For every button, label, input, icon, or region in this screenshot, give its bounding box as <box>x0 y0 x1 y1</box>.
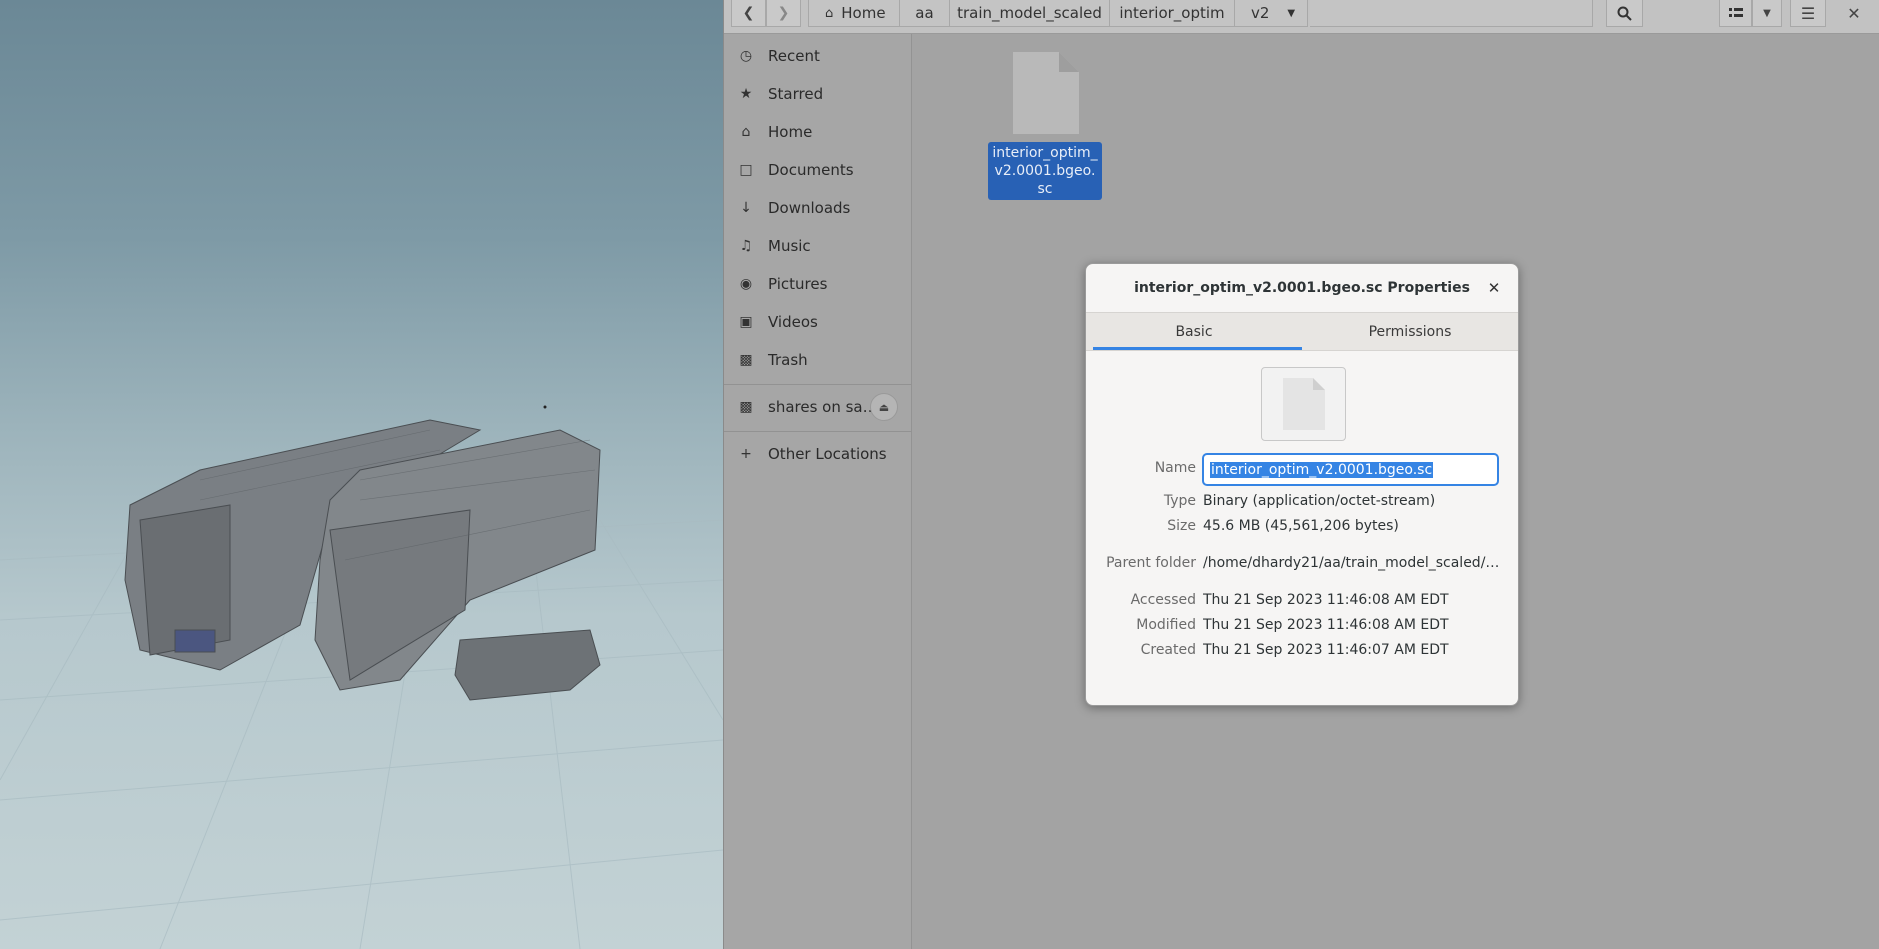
sidebar-divider <box>724 431 912 432</box>
sidebar-item-label: Pictures <box>768 275 828 293</box>
sidebar-item-videos[interactable]: ▣ Videos <box>724 303 912 341</box>
type-value: Binary (application/octet-stream) <box>1203 493 1436 509</box>
back-button[interactable]: ❮ <box>731 0 766 27</box>
chevron-down-icon: ▼ <box>1287 7 1296 19</box>
dialog-title: interior_optim_v2.0001.bgeo.sc Propertie… <box>1134 280 1470 296</box>
3d-viewport[interactable] <box>0 0 723 949</box>
sidebar-item-home[interactable]: ⌂ Home <box>724 113 912 151</box>
sidebar-item-downloads[interactable]: ↓ Downloads <box>724 189 912 227</box>
pathbar-filler <box>1310 0 1593 27</box>
close-icon: ✕ <box>1487 279 1501 297</box>
sidebar-item-label: Music <box>768 237 811 255</box>
crumb-aa-label: aa <box>915 4 934 22</box>
properties-dialog: interior_optim_v2.0001.bgeo.sc Propertie… <box>1085 263 1519 706</box>
chevron-left-icon: ❮ <box>742 5 755 21</box>
sidebar-item-label: Home <box>768 123 813 141</box>
view-options-button[interactable]: ▼ <box>1752 0 1782 27</box>
search-button[interactable] <box>1606 0 1643 27</box>
crumb-interior-optim-label: interior_optim <box>1119 4 1225 22</box>
sidebar-item-music[interactable]: ♫ Music <box>724 227 912 265</box>
parent-folder-value[interactable]: /home/dhardy21/aa/train_model_scaled/int… <box>1203 555 1503 571</box>
parent-folder-label: Parent folder <box>1106 555 1196 571</box>
created-value: Thu 21 Sep 2023 11:46:07 AM EDT <box>1203 642 1449 658</box>
close-icon: ✕ <box>1847 4 1861 23</box>
sidebar-item-label: Trash <box>768 351 808 369</box>
crumb-train-model-scaled-label: train_model_scaled <box>957 4 1102 22</box>
crumb-interior-optim[interactable]: interior_optim <box>1110 0 1235 27</box>
document-icon: □ <box>739 162 753 178</box>
file-name-label[interactable]: interior_optim_ v2.0001.bgeo.sc <box>988 142 1102 200</box>
crumb-v2[interactable]: v2 ▼ <box>1235 0 1308 27</box>
plus-icon: + <box>740 446 752 462</box>
created-label: Created <box>1140 642 1196 658</box>
sidebar-item-label: Recent <box>768 47 820 65</box>
name-field[interactable]: interior_optim_v2.0001.bgeo.sc <box>1202 453 1499 486</box>
name-field-value[interactable]: interior_optim_v2.0001.bgeo.sc <box>1210 461 1434 478</box>
camera-icon: ◉ <box>739 276 753 292</box>
download-icon: ↓ <box>740 200 752 216</box>
viewport-scene <box>0 405 723 949</box>
crumb-train-model-scaled[interactable]: train_model_scaled <box>950 0 1110 27</box>
crumb-home-label: Home <box>841 4 886 22</box>
main-menu-button[interactable]: ☰ <box>1790 0 1826 27</box>
sidebar-item-trash[interactable]: ▩ Trash <box>724 341 912 379</box>
hamburger-menu-icon: ☰ <box>1800 3 1816 23</box>
tab-permissions[interactable]: Permissions <box>1302 313 1518 350</box>
clock-icon: ◷ <box>739 48 753 64</box>
name-label: Name <box>1154 460 1196 476</box>
eject-icon: ⏏ <box>878 400 890 414</box>
dialog-tabs: Basic Permissions <box>1086 312 1518 351</box>
view-list-button[interactable] <box>1719 0 1752 27</box>
search-icon <box>1617 6 1632 21</box>
tab-permissions-label: Permissions <box>1368 323 1452 340</box>
train-model <box>124 419 601 701</box>
chevron-down-icon: ▼ <box>1763 7 1771 19</box>
sidebar-item-other-locations[interactable]: + Other Locations <box>724 435 912 473</box>
file-icon <box>1009 50 1081 136</box>
list-view-icon <box>1728 8 1743 17</box>
size-value: 45.6 MB (45,561,206 bytes) <box>1203 518 1399 534</box>
tab-basic-label: Basic <box>1175 323 1213 340</box>
dialog-close-button[interactable]: ✕ <box>1484 278 1504 298</box>
chevron-right-icon: ❯ <box>777 5 790 21</box>
sidebar-item-recent[interactable]: ◷ Recent <box>724 37 912 75</box>
sidebar-item-label: Videos <box>768 313 818 331</box>
sidebar-item-label: Starred <box>768 85 824 103</box>
accessed-label: Accessed <box>1130 592 1196 608</box>
sidebar-divider <box>724 384 912 385</box>
sidebar-item-starred[interactable]: ★ Starred <box>724 75 912 113</box>
sidebar-item-network-share[interactable]: ▩ shares on sa… ⏏ <box>724 388 912 426</box>
sidebar-item-pictures[interactable]: ◉ Pictures <box>724 265 912 303</box>
modified-value: Thu 21 Sep 2023 11:46:08 AM EDT <box>1203 617 1449 633</box>
modified-label: Modified <box>1136 617 1196 633</box>
star-icon: ★ <box>739 86 753 102</box>
sidebar-item-documents[interactable]: □ Documents <box>724 151 912 189</box>
size-label: Size <box>1167 518 1196 534</box>
crumb-home[interactable]: ⌂ Home <box>808 0 900 27</box>
accessed-value: Thu 21 Sep 2023 11:46:08 AM EDT <box>1203 592 1449 608</box>
breadcrumb: ⌂ Home aa train_model_scaled interior_op… <box>808 0 1308 27</box>
sidebar: ◷ Recent ★ Starred ⌂ Home □ Documents ↓ … <box>724 34 912 949</box>
sidebar-item-label: Other Locations <box>768 445 887 463</box>
home-icon: ⌂ <box>741 124 751 140</box>
forward-button[interactable]: ❯ <box>766 0 801 27</box>
sidebar-item-label: Documents <box>768 161 854 179</box>
trash-icon: ▩ <box>739 352 753 368</box>
crumb-aa[interactable]: aa <box>900 0 950 27</box>
crumb-v2-label: v2 <box>1251 4 1270 22</box>
file-item[interactable]: interior_optim_ v2.0001.bgeo.sc <box>987 50 1103 200</box>
type-label: Type <box>1163 493 1196 509</box>
header-bar: ❮ ❯ ⌂ Home aa train_model_scaled interio… <box>724 0 1879 34</box>
music-icon: ♫ <box>739 238 753 254</box>
home-icon: ⌂ <box>825 5 834 21</box>
network-drive-icon: ▩ <box>739 399 753 415</box>
window-close-button[interactable]: ✕ <box>1834 0 1874 27</box>
sidebar-item-label: Downloads <box>768 199 851 217</box>
video-icon: ▣ <box>739 314 753 330</box>
sidebar-item-label: shares on sa… <box>768 398 878 416</box>
eject-button[interactable]: ⏏ <box>870 393 898 421</box>
file-icon <box>1261 367 1346 441</box>
tab-basic[interactable]: Basic <box>1086 313 1302 350</box>
